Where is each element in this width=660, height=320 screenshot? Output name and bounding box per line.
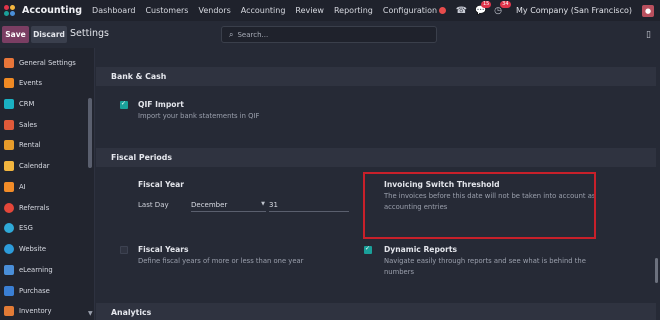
nav-review[interactable]: Review	[295, 6, 324, 15]
purchase-icon	[4, 286, 14, 296]
setting-description: Import your bank statements in QIF	[138, 112, 260, 120]
sidebar-item-purchase[interactable]: Purchase	[0, 281, 88, 301]
qif-import-checkbox[interactable]	[120, 100, 128, 109]
company-switcher[interactable]: My Company (San Francisco)	[516, 6, 632, 15]
last-day-month-select[interactable]: December ▼	[191, 201, 266, 212]
scroll-down-icon[interactable]: ▼	[88, 310, 93, 317]
sidebar-item-crm[interactable]: CRM	[0, 94, 88, 114]
setting-title: Fiscal Years	[138, 245, 189, 254]
sidebar-item-label: eLearning	[19, 266, 53, 274]
chevron-down-icon: ▼	[261, 201, 265, 207]
sidebar-item-label: Calendar	[19, 162, 50, 170]
section-header-bank-cash: Bank & Cash	[96, 67, 656, 86]
sidebar-item-label: Sales	[19, 121, 38, 129]
sidebar-item-sales[interactable]: Sales	[0, 115, 88, 135]
last-day-day-value: 31	[269, 201, 278, 209]
events-icon	[4, 78, 14, 88]
calendar-icon	[4, 161, 14, 171]
section-title: Bank & Cash	[111, 72, 167, 81]
sidebar-item-rental[interactable]: Rental	[0, 135, 88, 155]
setting-title: QIF Import	[138, 100, 184, 109]
sidebar-item-label: General Settings	[19, 59, 76, 67]
section-title: Fiscal Periods	[111, 153, 173, 162]
sidebar-item-label: Purchase	[19, 287, 50, 295]
sidebar-item-elearning[interactable]: eLearning	[0, 260, 88, 280]
content-scrollbar[interactable]	[655, 258, 658, 283]
fiscal-years-checkbox[interactable]	[120, 246, 128, 254]
mobile-view-icon[interactable]: ▯	[646, 30, 651, 40]
search-box[interactable]: ⌕	[221, 26, 437, 43]
setting-title: Fiscal Year	[138, 180, 185, 189]
control-panel: Save Discard Settings ⌕ ▯	[0, 21, 660, 48]
user-avatar[interactable]: ●	[642, 4, 654, 17]
sidebar-item-label: Events	[19, 79, 43, 87]
sidebar-item-label: Inventory	[19, 307, 52, 315]
apps-menu-icon[interactable]	[4, 4, 16, 17]
last-day-day-input[interactable]: 31	[269, 201, 349, 212]
referrals-icon	[4, 203, 14, 213]
top-navbar: Accounting Dashboard Customers Vendors A…	[0, 0, 660, 21]
rental-icon	[4, 140, 14, 150]
nav-customers[interactable]: Customers	[145, 6, 188, 15]
sidebar-item-label: Rental	[19, 141, 41, 149]
nav-configuration[interactable]: Configuration	[383, 6, 437, 15]
recording-dot-icon[interactable]	[438, 7, 446, 14]
sidebar-item-website[interactable]: Website	[0, 239, 88, 259]
sidebar-item-label: Website	[19, 245, 47, 253]
gear-icon	[4, 58, 14, 68]
sidebar-item-calendar[interactable]: Calendar	[0, 156, 88, 176]
sidebar-item-label: AI	[19, 183, 26, 191]
sidebar-scrollbar[interactable]	[88, 98, 92, 168]
sidebar-item-general-settings[interactable]: General Settings	[0, 53, 88, 73]
phone-icon[interactable]: ☎	[456, 6, 467, 16]
last-day-label: Last Day	[138, 201, 169, 209]
last-day-month-value: December	[191, 201, 228, 209]
settings-sidebar: General Settings Events CRM Sales Rental…	[0, 48, 95, 320]
crm-icon	[4, 99, 14, 109]
search-input[interactable]	[237, 30, 418, 39]
discard-button[interactable]: Discard	[31, 26, 67, 43]
sidebar-item-label: CRM	[19, 100, 35, 108]
nav-reporting[interactable]: Reporting	[334, 6, 373, 15]
nav-dashboard[interactable]: Dashboard	[92, 6, 135, 15]
messages-badge: 15	[480, 0, 492, 8]
setting-description: Navigate easily through reports and see …	[384, 257, 586, 276]
highlight-box	[363, 172, 596, 239]
sidebar-item-label: Referrals	[19, 204, 50, 212]
dynamic-reports-checkbox[interactable]	[364, 245, 372, 254]
sidebar-item-label: ESG	[19, 224, 33, 232]
activity-badge: 34	[500, 0, 511, 8]
section-header-fiscal-periods: Fiscal Periods	[96, 148, 656, 167]
inventory-icon	[4, 306, 14, 316]
esg-icon	[4, 223, 14, 233]
ai-icon	[4, 182, 14, 192]
nav-accounting[interactable]: Accounting	[241, 6, 286, 15]
activity-icon[interactable]: ◷ 34	[494, 0, 511, 16]
messages-icon[interactable]: 💬 15	[475, 0, 492, 16]
sidebar-item-esg[interactable]: ESG	[0, 218, 88, 238]
sales-icon	[4, 120, 14, 130]
sidebar-item-ai[interactable]: AI	[0, 177, 88, 197]
setting-description: Define fiscal years of more or less than…	[138, 257, 304, 265]
search-icon: ⌕	[229, 29, 234, 39]
setting-title: Dynamic Reports	[384, 245, 457, 254]
page-title: Settings	[70, 28, 109, 39]
sidebar-item-events[interactable]: Events	[0, 73, 88, 93]
elearning-icon	[4, 265, 14, 275]
save-button[interactable]: Save	[2, 26, 29, 43]
section-header-analytics: Analytics	[96, 303, 656, 320]
sidebar-item-referrals[interactable]: Referrals	[0, 198, 88, 218]
app-name[interactable]: Accounting	[22, 5, 82, 16]
website-icon	[4, 244, 14, 254]
section-title: Analytics	[111, 308, 152, 317]
sidebar-item-inventory[interactable]: Inventory	[0, 301, 88, 320]
nav-vendors[interactable]: Vendors	[198, 6, 230, 15]
